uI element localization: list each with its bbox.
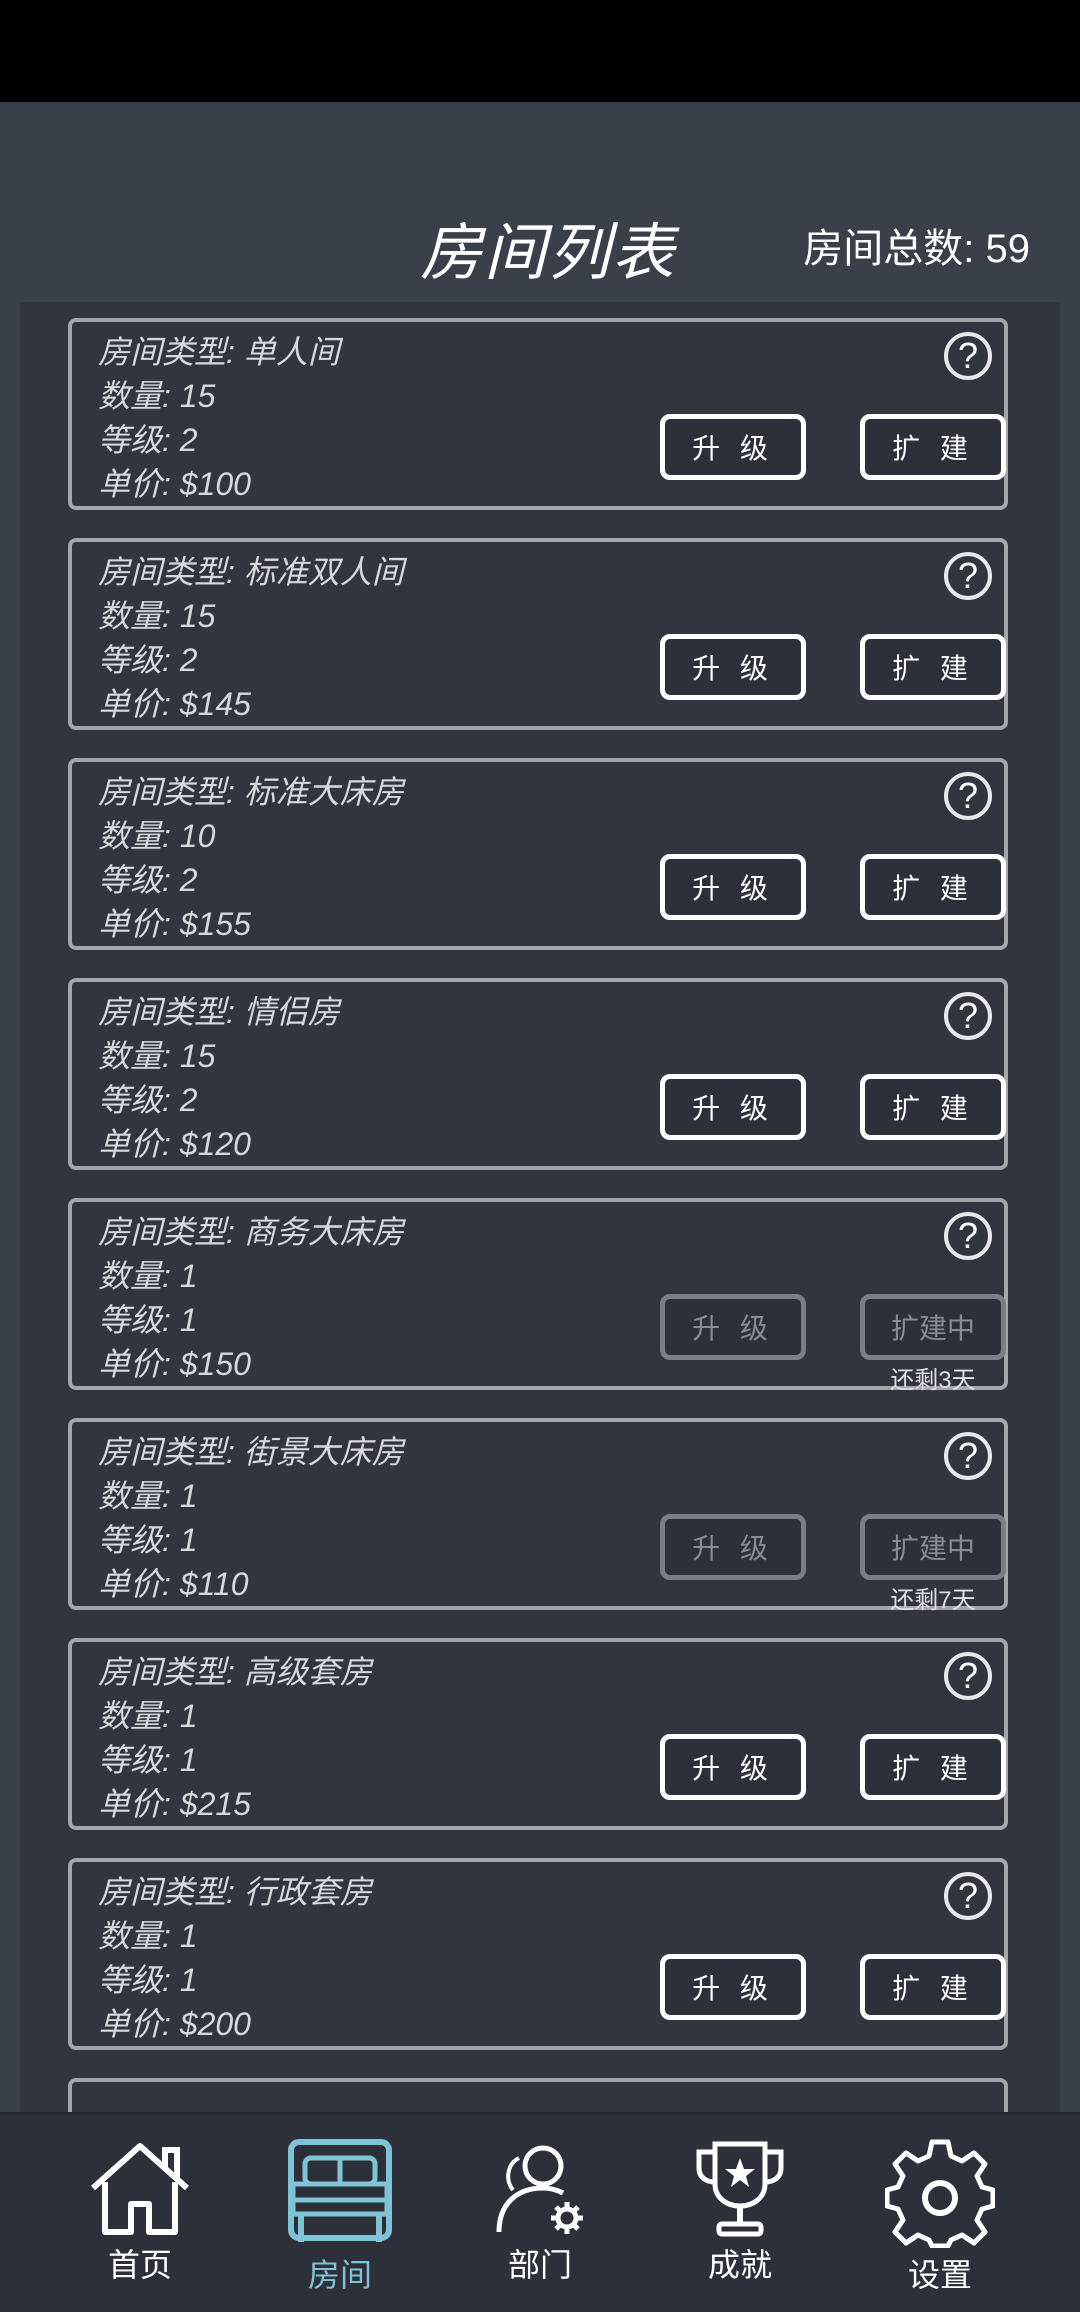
room-count: 数量: 15 [98,378,216,414]
room-count: 数量: 1 [98,1478,198,1514]
room-level: 等级: 2 [98,422,198,458]
tab-settings[interactable]: 设置 [840,2114,1040,2312]
bottom-tab-bar: 首页 房间 部门 成就 设置 [0,2112,1080,2312]
tab-departments[interactable]: 部门 [440,2114,640,2312]
room-count: 数量: 1 [98,1698,198,1734]
upgrade-button[interactable]: 升 级 [660,1294,806,1360]
upgrade-button[interactable]: 升 级 [660,1514,806,1580]
help-icon[interactable]: ? [944,992,992,1040]
expand-countdown: 还剩7天 [890,1587,976,1614]
room-type: 房间类型: 单人间 [98,334,340,370]
tab-rooms[interactable]: 房间 [240,2114,440,2312]
room-type: 房间类型: 行政套房 [98,1874,372,1910]
room-price: 单价: $200 [98,2006,251,2042]
room-count: 数量: 15 [98,598,216,634]
gear-icon [885,2139,995,2248]
room-count: 数量: 1 [98,1258,198,1294]
help-icon[interactable]: ? [944,552,992,600]
header: 房间列表 房间总数: 59 [0,102,1080,302]
expand-button[interactable]: 扩建中 [860,1514,1006,1580]
help-icon[interactable]: ? [944,1212,992,1260]
room-level: 等级: 1 [98,1302,198,1338]
upgrade-button[interactable]: 升 级 [660,854,806,920]
room-info: 房间类型: 单人间 数量: 15 等级: 2 单价: $100 [98,330,340,506]
room-info: 房间类型: 行政套房 数量: 1 等级: 1 单价: $200 [98,1870,372,2046]
room-card: 房间类型: 街景大床房 数量: 1 等级: 1 单价: $110? 升 级扩建中还剩7天 [68,1418,1008,1614]
bed-icon [288,2139,392,2242]
room-price: 单价: $155 [98,906,251,942]
upgrade-button[interactable]: 升 级 [660,1734,806,1800]
tab-home[interactable]: 首页 [40,2114,240,2312]
help-icon[interactable]: ? [944,1652,992,1700]
room-type: 房间类型: 情侣房 [98,994,340,1030]
expand-button[interactable]: 扩 建 [860,634,1006,700]
tab-departments-label: 部门 [507,2247,572,2283]
room-card: 房间类型: 行政套房 数量: 1 等级: 1 单价: $200? 升 级扩 建 [68,1858,1008,2050]
upgrade-button[interactable]: 升 级 [660,1074,806,1140]
room-level: 等级: 1 [98,1742,198,1778]
room-price: 单价: $100 [98,466,251,502]
room-count: 数量: 10 [98,818,216,854]
room-level: 等级: 2 [98,1082,198,1118]
tab-settings-label: 设置 [907,2257,972,2293]
room-card: 房间类型: 标准大床房 数量: 10 等级: 2 单价: $155? 升 级扩 建 [68,758,1008,950]
room-info: 房间类型: 情侣房 数量: 15 等级: 2 单价: $120 [98,990,340,1166]
expand-countdown: 还剩3天 [890,1367,976,1394]
room-price: 单价: $110 [98,1566,249,1602]
room-type: 房间类型: 标准双人间 [98,554,404,590]
room-card: 房间类型: 情侣房 数量: 15 等级: 2 单价: $120? 升 级扩 建 [68,978,1008,1170]
room-info: 房间类型: 标准双人间 数量: 15 等级: 2 单价: $145 [98,550,404,726]
tab-achievements-label: 成就 [707,2247,772,2283]
room-type: 房间类型: 高级套房 [98,1654,372,1690]
upgrade-button[interactable]: 升 级 [660,634,806,700]
expand-button[interactable]: 扩 建 [860,1074,1006,1140]
room-type: 房间类型: 商务大床房 [98,1214,404,1250]
upgrade-button[interactable]: 升 级 [660,1954,806,2020]
expand-button[interactable]: 扩 建 [860,854,1006,920]
expand-button[interactable]: 扩 建 [860,1734,1006,1800]
room-list[interactable]: 房间类型: 单人间 数量: 15 等级: 2 单价: $100? 升 级扩 建房间类型:… [20,302,1060,2112]
expand-button[interactable]: 扩 建 [860,1954,1006,2020]
room-price: 单价: $145 [98,686,251,722]
room-count: 数量: 1 [98,1918,198,1954]
room-info: 房间类型: 高级套房 数量: 1 等级: 1 单价: $215 [98,1650,372,1826]
room-price: 单价: $120 [98,1126,251,1162]
room-total: 房间总数: 59 [803,227,1030,271]
help-icon[interactable]: ? [944,332,992,380]
room-card: 房间类型: 单人间 数量: 15 等级: 2 单价: $100? 升 级扩 建 [68,318,1008,510]
tab-rooms-label: 房间 [307,2257,372,2293]
room-type: 房间类型: 街景大床房 [98,1434,404,1470]
tab-achievements[interactable]: 成就 [640,2114,840,2312]
room-level: 等级: 2 [98,862,198,898]
page-title: 房间列表 [420,219,677,288]
trophy-icon [696,2141,784,2237]
expand-button[interactable]: 扩 建 [860,414,1006,480]
room-price: 单价: $215 [98,1786,251,1822]
help-icon[interactable]: ? [944,772,992,820]
upgrade-button[interactable]: 升 级 [660,414,806,480]
tab-home-label: 首页 [107,2247,172,2283]
staff-settings-icon [496,2145,583,2234]
help-icon[interactable]: ? [944,1432,992,1480]
room-level: 等级: 1 [98,1962,198,1998]
room-card: 房间类型: 商务大床房 数量: 1 等级: 1 单价: $150? 升 级扩建中还剩3天 [68,1198,1008,1394]
home-icon [91,2143,189,2235]
status-bar [0,0,1080,102]
room-info: 房间类型: 街景大床房 数量: 1 等级: 1 单价: $110 [98,1430,404,1606]
room-card: 房间类型: 标准双人间 数量: 15 等级: 2 单价: $145? 升 级扩 建 [68,538,1008,730]
room-price: 单价: $150 [98,1346,251,1382]
room-count: 数量: 15 [98,1038,216,1074]
room-card: 房间类型: 高级套房 数量: 1 等级: 1 单价: $215? 升 级扩 建 [68,1638,1008,1830]
room-type: 房间类型: 标准大床房 [98,774,404,810]
room-info: 房间类型: 标准大床房 数量: 10 等级: 2 单价: $155 [98,770,404,946]
room-level: 等级: 1 [98,1522,198,1558]
expand-button[interactable]: 扩建中 [860,1294,1006,1360]
room-info: 房间类型: 商务大床房 数量: 1 等级: 1 单价: $150 [98,1210,404,1386]
room-card-partial [68,2078,1008,2112]
room-level: 等级: 2 [98,642,198,678]
help-icon[interactable]: ? [944,1872,992,1920]
